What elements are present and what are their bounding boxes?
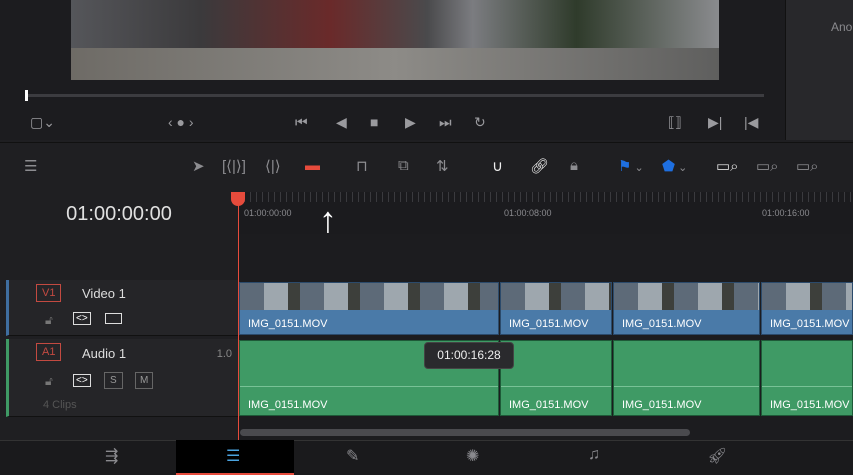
timecode-tooltip: 01:00:16:28 xyxy=(424,342,514,369)
audio-clip[interactable]: IMG_0151.MOV xyxy=(500,340,612,416)
blade-tool-icon[interactable]: ▬ xyxy=(305,157,320,174)
match-frame-icon[interactable]: ⟦⟧ xyxy=(668,114,682,131)
video-clip[interactable]: IMG_0151.MOV xyxy=(761,282,853,335)
mute-button[interactable]: M xyxy=(135,372,154,389)
trim-tool-icon[interactable]: [⟨|⟩] xyxy=(222,157,246,175)
horizontal-scrollbar[interactable] xyxy=(240,429,690,436)
viewer-scrubber[interactable] xyxy=(26,94,764,97)
timeline-timecode: 01:00:00:00 xyxy=(66,203,172,225)
scrubber-playhead[interactable] xyxy=(25,90,28,101)
transform-icon[interactable]: ▢⌄ xyxy=(30,114,55,131)
deliver-page-icon[interactable]: 🚀︎ xyxy=(707,446,727,466)
clip-count: 4 Clips xyxy=(43,399,77,411)
track-name[interactable]: Audio 1 xyxy=(82,346,126,361)
insert-clip-icon[interactable]: ⊓ xyxy=(356,157,368,175)
video-clip[interactable]: IMG_0151.MOV xyxy=(500,282,612,335)
fusion-page-icon[interactable]: ✎ xyxy=(346,446,359,466)
zoom-detail-icon[interactable]: ▭⌕ xyxy=(756,157,779,175)
video-clip[interactable]: IMG_0151.MOV xyxy=(239,282,499,335)
auto-select-icon[interactable]: <> xyxy=(73,312,91,325)
marker-icon[interactable]: ⬟ ⌄ xyxy=(662,157,687,175)
video-clip[interactable]: IMG_0151.MOV xyxy=(613,282,760,335)
selection-tool-icon[interactable]: ➤ xyxy=(192,157,205,175)
snapping-icon[interactable]: ∪ xyxy=(492,157,503,175)
inspector-panel: Ano xyxy=(785,0,853,140)
video-frame xyxy=(71,0,719,80)
dynamic-trim-icon[interactable]: ⟨|⟩ xyxy=(265,157,281,175)
color-page-icon[interactable]: ✺ xyxy=(466,446,479,466)
lock-track-icon[interactable]: 🔓︎ xyxy=(45,313,53,328)
video-track-header: V1 Video 1 🔓︎ <> xyxy=(6,280,238,336)
track-volume[interactable]: 1.0 xyxy=(217,348,232,360)
ruler-tick-label: 01:00:08:00 xyxy=(504,208,552,218)
stop-icon[interactable]: ■ xyxy=(370,114,378,130)
go-to-end-icon[interactable]: ⏭ xyxy=(439,114,452,131)
disable-track-icon[interactable] xyxy=(105,313,122,324)
timeline-view-options-icon[interactable]: ☰ xyxy=(24,157,37,175)
solo-button[interactable]: S xyxy=(104,372,123,389)
linked-selection-icon[interactable]: 🔗︎ xyxy=(530,157,549,175)
playhead-line[interactable] xyxy=(238,192,239,440)
audio-clip[interactable]: IMG_0151.MOV xyxy=(613,340,760,416)
lock-track-icon[interactable]: 🔓︎ xyxy=(45,374,53,389)
position-lock-icon[interactable]: 🔒︎ xyxy=(570,157,578,174)
track-tag-a1[interactable]: A1 xyxy=(36,343,62,361)
audio-clip[interactable]: IMG_0151.MOV xyxy=(761,340,853,416)
play-reverse-icon[interactable]: ◀ xyxy=(336,114,347,131)
flag-icon[interactable]: ⚑ ⌄ xyxy=(618,157,644,175)
jog-control-icon[interactable]: ‹ ● › xyxy=(168,114,194,130)
viewer: ▢⌄ ‹ ● › ⏮ ◀ ■ ▶ ⏭ ↻ ⟦⟧ ▶| |◀ xyxy=(0,0,785,140)
playhead-handle[interactable] xyxy=(231,192,245,206)
overwrite-clip-icon[interactable]: ⧉ xyxy=(398,157,409,174)
ruler-tick-label: 01:00:00:00 xyxy=(244,208,292,218)
ruler-tick-label: 01:00:16:00 xyxy=(762,208,810,218)
zoom-custom-icon[interactable]: ▭⌕ xyxy=(796,157,819,175)
annotation-arrow-icon: ↑ xyxy=(319,199,337,240)
track-name[interactable]: Video 1 xyxy=(82,286,126,301)
zoom-full-icon[interactable]: ▭⌕ xyxy=(716,157,739,175)
audio-track-header: A1 Audio 1 1.0 🔓︎ <> S M 4 Clips xyxy=(6,339,238,417)
cut-page-icon[interactable]: ⇶ xyxy=(105,446,118,466)
replace-clip-icon[interactable]: ⇅ xyxy=(436,157,449,175)
mark-out-icon[interactable]: |◀ xyxy=(744,114,758,131)
empty-track-area xyxy=(0,234,238,279)
go-to-start-icon[interactable]: ⏮ xyxy=(295,114,308,131)
fairlight-page-icon[interactable]: ♫ xyxy=(588,446,600,464)
mark-in-icon[interactable]: ▶| xyxy=(708,114,722,131)
track-tag-v1[interactable]: V1 xyxy=(36,284,62,302)
edit-page-icon[interactable]: ☰ xyxy=(226,446,240,466)
inspector-label: Ano xyxy=(831,20,853,34)
play-icon[interactable]: ▶ xyxy=(405,114,416,131)
loop-icon[interactable]: ↻ xyxy=(474,114,486,131)
auto-select-icon[interactable]: <> xyxy=(73,374,91,387)
